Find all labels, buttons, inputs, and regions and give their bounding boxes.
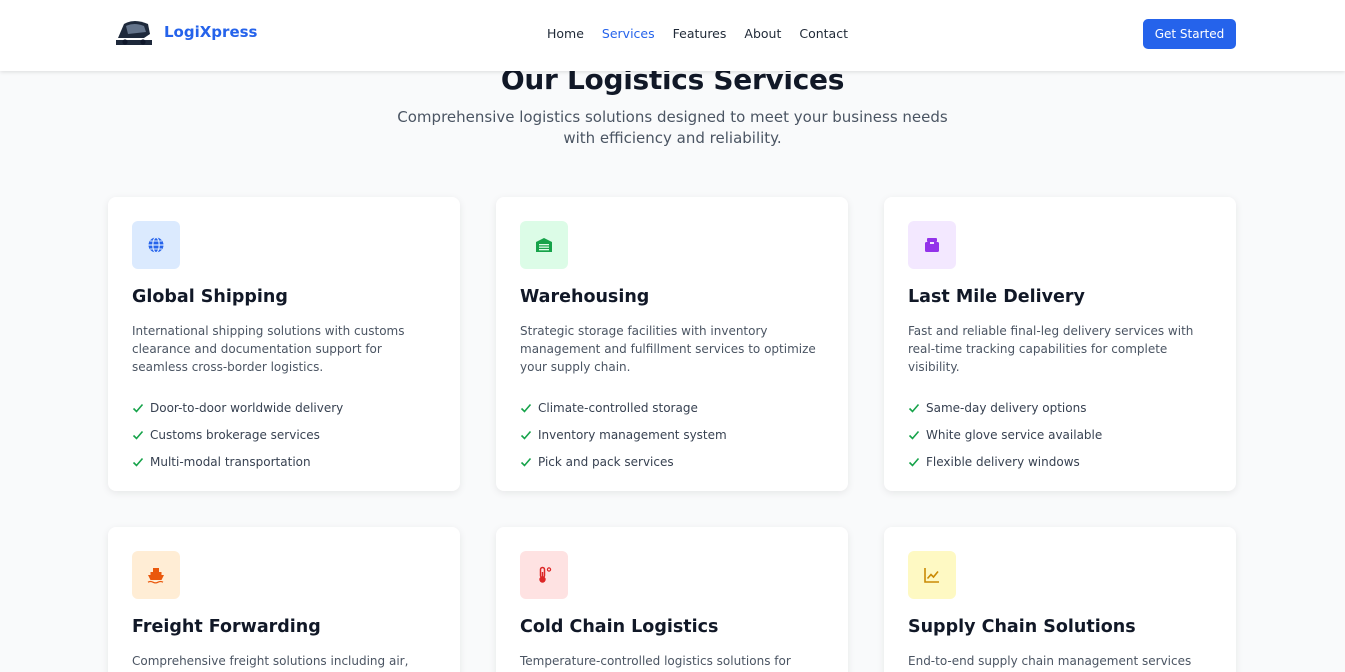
check-icon xyxy=(132,430,144,440)
check-icon xyxy=(908,430,920,440)
service-description: Fast and reliable final-leg delivery ser… xyxy=(908,324,1194,374)
feature-item: White glove service available xyxy=(908,421,1102,448)
service-card-last-mile-delivery: Last Mile Delivery Fast and reliable fin… xyxy=(884,197,1236,491)
feature-item: Climate-controlled storage xyxy=(520,394,727,421)
box-icon xyxy=(925,238,939,252)
check-icon xyxy=(908,457,920,467)
check-icon xyxy=(908,403,920,413)
service-description: Comprehensive freight solutions includin… xyxy=(132,654,409,668)
service-feature-list: Climate-controlled storage Inventory man… xyxy=(520,394,727,475)
feature-label: Pick and pack services xyxy=(538,454,674,469)
feature-label: Door-to-door worldwide delivery xyxy=(150,400,344,415)
service-icon-container xyxy=(908,221,956,269)
service-title: Last Mile Delivery xyxy=(908,287,1085,307)
feature-item: Inventory management system xyxy=(520,421,727,448)
feature-item: Pick and pack services xyxy=(520,448,727,475)
feature-label: Flexible delivery windows xyxy=(926,454,1080,469)
brand-name: LogiXpress xyxy=(164,23,258,41)
check-icon xyxy=(132,403,144,413)
check-icon xyxy=(132,457,144,467)
check-icon xyxy=(520,430,532,440)
nav-about-link[interactable]: About xyxy=(744,25,781,43)
nav-contact-link[interactable]: Contact xyxy=(799,25,848,43)
chart-line-icon xyxy=(924,568,939,583)
service-card-supply-chain-solutions: Supply Chain Solutions End-to-end supply… xyxy=(884,527,1236,672)
service-title: Freight Forwarding xyxy=(132,617,321,637)
service-description: Temperature-controlled logistics solutio… xyxy=(520,654,791,668)
service-description: End-to-end supply chain management servi… xyxy=(908,654,1192,668)
nav-services-link[interactable]: Services xyxy=(602,25,655,43)
feature-item: Door-to-door worldwide delivery xyxy=(132,394,343,421)
top-navbar: LogiXpress Home Services Features About … xyxy=(0,0,1345,71)
feature-label: Customs brokerage services xyxy=(150,427,320,442)
feature-item: Multi-modal transportation xyxy=(132,448,343,475)
ship-icon xyxy=(147,568,164,584)
check-icon xyxy=(520,403,532,413)
feature-item: Same-day delivery options xyxy=(908,394,1102,421)
service-title: Global Shipping xyxy=(132,287,288,307)
nav-home-link[interactable]: Home xyxy=(547,25,584,43)
page-subtitle: Comprehensive logistics solutions design… xyxy=(397,108,948,147)
feature-item: Flexible delivery windows xyxy=(908,448,1102,475)
service-icon-container xyxy=(132,221,180,269)
service-title: Warehousing xyxy=(520,287,650,307)
feature-label: Climate-controlled storage xyxy=(538,400,698,415)
service-card-warehousing: Warehousing Strategic storage facilities… xyxy=(496,197,848,491)
service-icon-container xyxy=(520,221,568,269)
brand-logo[interactable]: LogiXpress xyxy=(114,16,257,48)
check-icon xyxy=(520,457,532,467)
service-card-freight-forwarding: Freight Forwarding Comprehensive freight… xyxy=(108,527,460,672)
warehouse-icon xyxy=(536,238,552,252)
service-card-cold-chain-logistics: Cold Chain Logistics Temperature-control… xyxy=(496,527,848,672)
feature-label: Multi-modal transportation xyxy=(150,454,311,469)
feature-item: Customs brokerage services xyxy=(132,421,343,448)
service-icon-container xyxy=(132,551,180,599)
main-nav: Home Services Features About Contact xyxy=(547,25,866,43)
service-feature-list: Door-to-door worldwide delivery Customs … xyxy=(132,394,343,475)
service-title: Cold Chain Logistics xyxy=(520,617,719,637)
globe-icon xyxy=(148,236,164,254)
thermometer-icon xyxy=(539,566,552,583)
feature-label: Same-day delivery options xyxy=(926,400,1087,415)
service-icon-container xyxy=(520,551,568,599)
nav-features-link[interactable]: Features xyxy=(673,25,727,43)
service-description: International shipping solutions with cu… xyxy=(132,324,405,374)
service-title: Supply Chain Solutions xyxy=(908,617,1136,637)
feature-label: White glove service available xyxy=(926,427,1103,442)
service-description: Strategic storage facilities with invent… xyxy=(520,324,816,374)
service-card-global-shipping: Global Shipping International shipping s… xyxy=(108,197,460,491)
service-feature-list: Same-day delivery options White glove se… xyxy=(908,394,1102,475)
get-started-button[interactable]: Get Started xyxy=(1143,19,1236,49)
logistics-truck-logo-icon xyxy=(116,21,152,45)
service-icon-container xyxy=(908,551,956,599)
feature-label: Inventory management system xyxy=(538,427,727,442)
